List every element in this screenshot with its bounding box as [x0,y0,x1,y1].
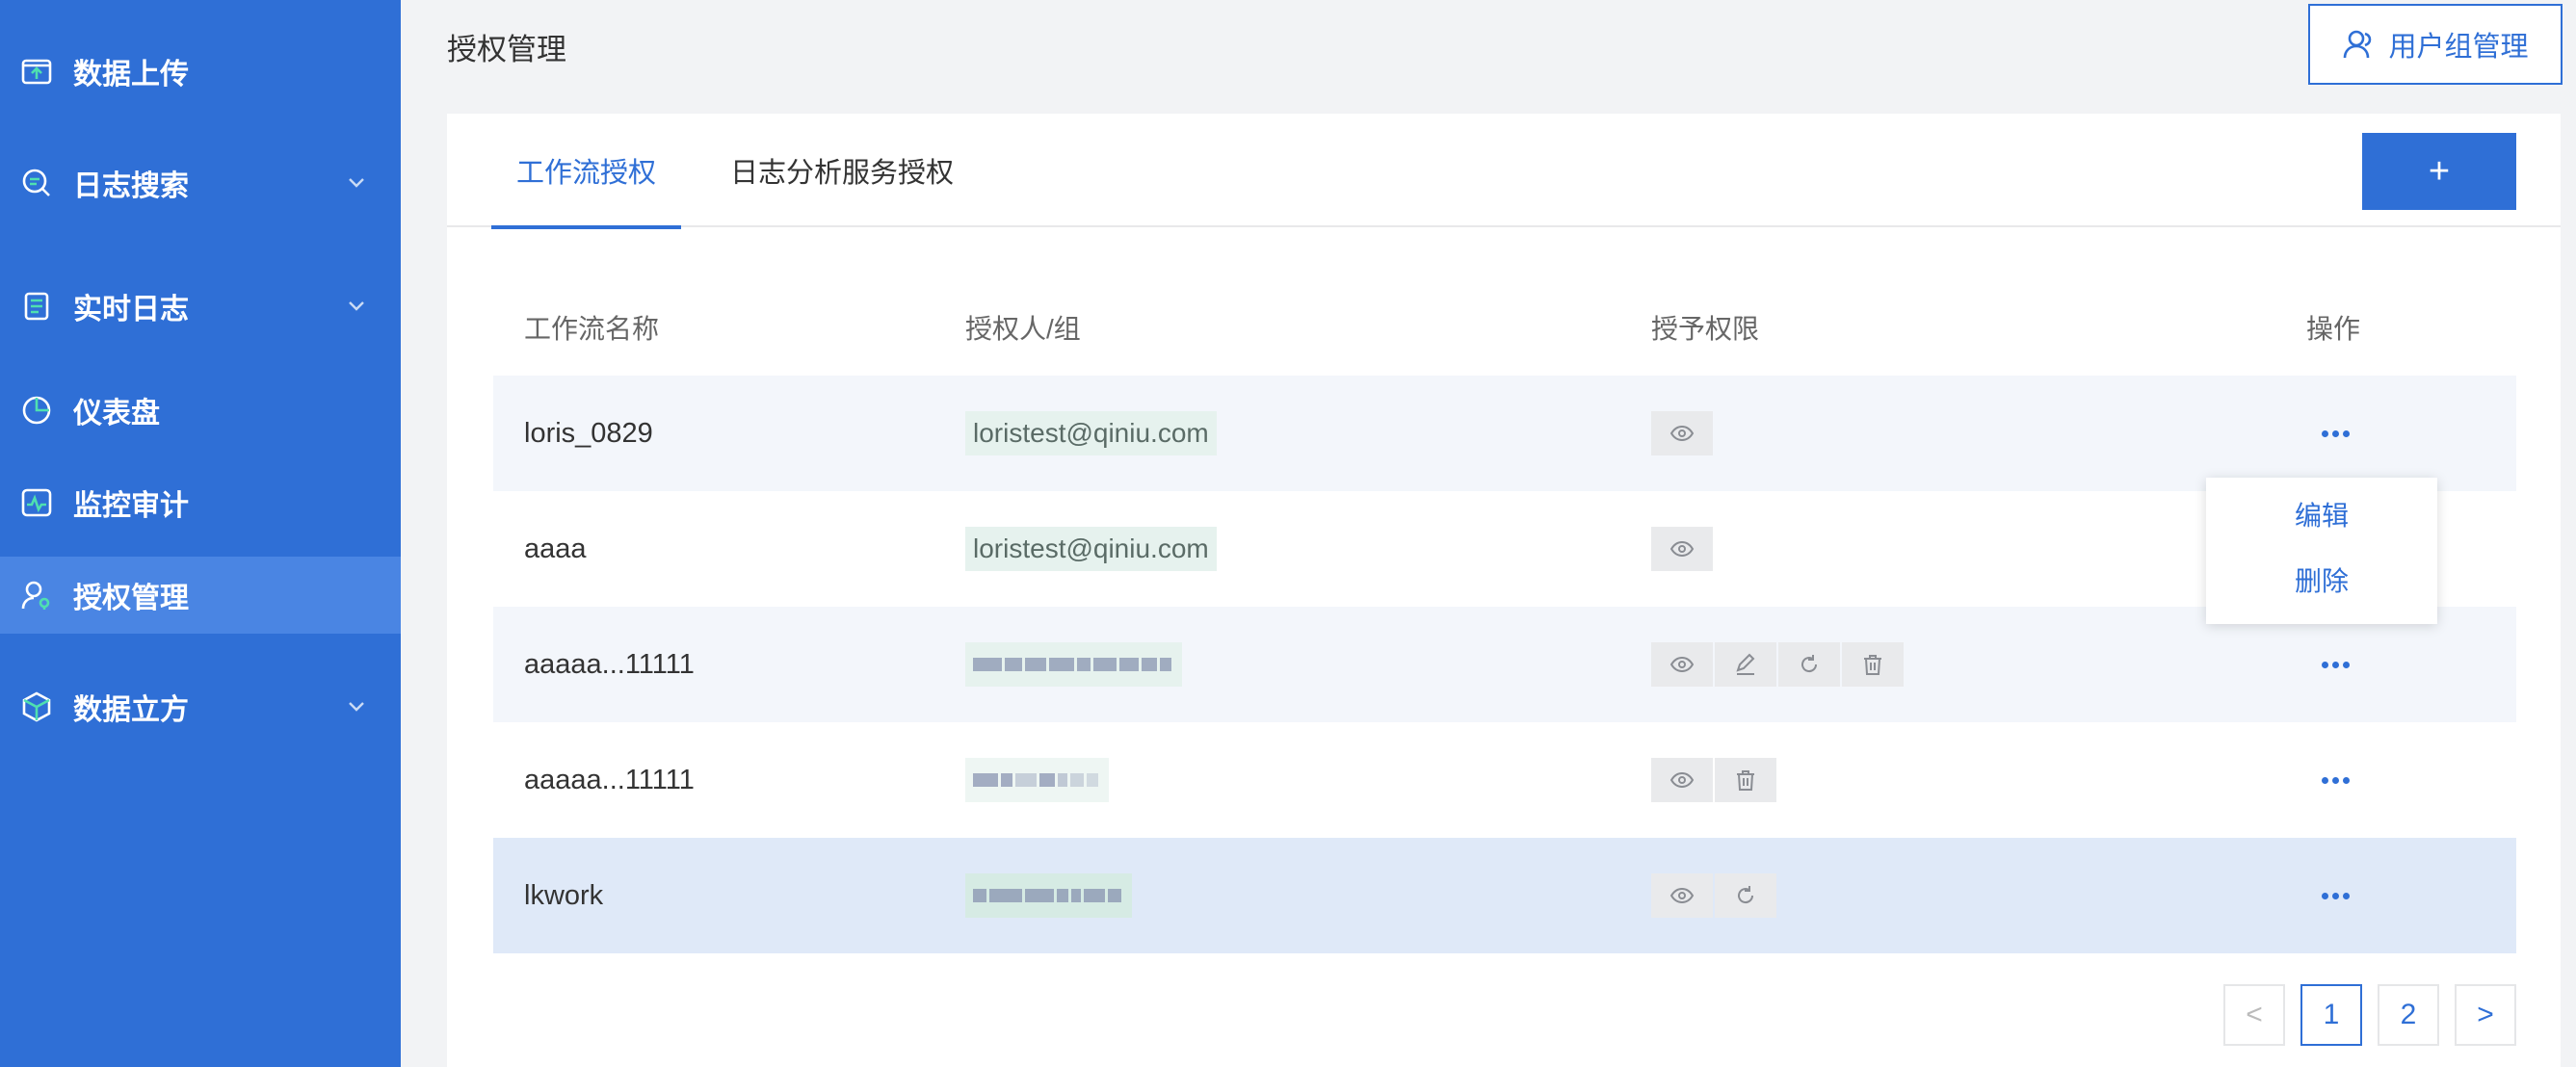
grantee-redacted [965,873,1132,918]
view-icon [1651,873,1713,918]
view-icon [1651,411,1713,455]
pagination-page-2[interactable]: 2 [2378,984,2439,1046]
view-icon [1651,758,1713,802]
chevron-down-icon [347,297,366,316]
sidebar-item-data-cube[interactable]: 数据立方 [0,668,401,745]
permissions [1651,607,1906,722]
sidebar-item-data-upload[interactable]: 数据上传 [0,33,401,110]
sidebar-item-label: 仪表盘 [73,398,160,429]
delete-icon [1842,642,1904,687]
dashboard-icon [19,393,54,428]
grantee-redacted [965,758,1109,802]
cube-icon [19,690,54,724]
users-icon [2342,28,2375,61]
refresh-icon [1715,873,1776,918]
tab-workflow-auth[interactable]: 工作流授权 [490,114,682,229]
more-actions-button[interactable] [2304,722,2366,838]
column-header-actions: 操作 [2306,314,2361,344]
user-group-management-button[interactable]: 用户组管理 [2308,4,2563,85]
tab-log-analysis-auth[interactable]: 日志分析服务授权 [730,114,954,227]
workflow-name: aaaa [524,533,587,564]
more-actions-button[interactable] [2304,607,2366,722]
delete-icon [1715,758,1776,802]
view-icon [1651,527,1713,571]
sidebar-item-label: 监控审计 [73,490,189,522]
pagination-page-1[interactable]: 1 [2300,984,2362,1046]
user-group-management-label: 用户组管理 [2388,32,2529,63]
grantee-tag: loristest@qiniu.com [965,527,1217,571]
permissions [1651,722,1778,838]
permissions [1651,376,1715,491]
user-key-icon [19,578,54,612]
sidebar-item-label: 日志搜索 [73,170,189,202]
grantee-tag: loristest@qiniu.com [965,411,1217,455]
table-row: lkwork [493,838,2516,953]
sidebar-item-log-search[interactable]: 日志搜索 [0,144,401,221]
sidebar-item-label: 数据上传 [73,59,189,91]
workflow-name: loris_0829 [524,417,653,449]
sidebar: 数据上传 日志搜索 实时日志 仪表盘 监控审计 授权管理 数据立方 [0,0,401,1067]
column-header-workflow-name: 工作流名称 [524,314,660,344]
refresh-icon [1778,642,1840,687]
dropdown-item-edit[interactable]: 编辑 [2206,485,2437,543]
table-row: aaaaa...11111 [493,722,2516,838]
more-actions-button[interactable] [2304,376,2366,491]
pagination-prev-button[interactable]: < [2223,984,2285,1046]
sidebar-item-label: 实时日志 [73,294,189,325]
sidebar-item-dashboard[interactable]: 仪表盘 [0,372,401,449]
chevron-down-icon [347,697,366,716]
upload-folder-icon [19,54,54,89]
grantee-redacted [965,642,1182,687]
page-title: 授权管理 [447,33,566,66]
add-button[interactable]: + [2362,133,2516,210]
permissions [1651,491,1715,607]
column-header-permissions: 授予权限 [1651,314,1760,344]
realtime-log-icon [19,289,54,324]
monitor-icon [19,485,54,520]
search-log-icon [19,166,54,200]
sidebar-item-label: 授权管理 [73,583,189,614]
dropdown-item-delete[interactable]: 删除 [2206,551,2437,609]
workflow-name: lkwork [524,879,604,911]
workflow-name: aaaaa...11111 [524,764,695,795]
edit-icon [1715,642,1776,687]
sidebar-item-monitor-audit[interactable]: 监控审计 [0,464,401,541]
column-header-grantee: 授权人/组 [965,314,1081,344]
workflow-name: aaaaa...11111 [524,648,695,680]
table-row: aaaaa...11111 [493,607,2516,722]
sidebar-item-label: 数据立方 [73,694,189,726]
more-actions-button[interactable] [2304,838,2366,953]
actions-dropdown: 编辑 删除 [2206,478,2437,624]
permissions [1651,838,1778,953]
tabs-bar: 工作流授权 日志分析服务授权 + [447,114,2561,229]
tab-label: 日志分析服务授权 [730,158,955,189]
pagination-next-button[interactable]: > [2455,984,2516,1046]
sidebar-item-auth-management[interactable]: 授权管理 [0,557,401,634]
chevron-down-icon [347,173,366,193]
sidebar-item-realtime-log[interactable]: 实时日志 [0,268,401,345]
view-icon [1651,642,1713,687]
tab-label: 工作流授权 [516,158,657,189]
table-row: loris_0829 loristest@qiniu.com [493,376,2516,491]
